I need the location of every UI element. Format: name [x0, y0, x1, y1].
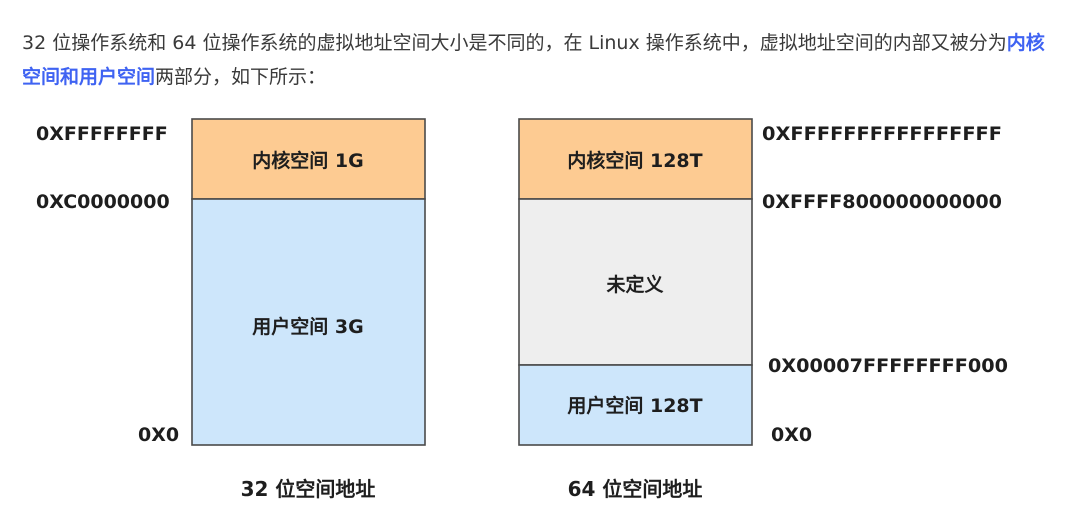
- addr-top-32: 0XFFFFFFFF: [36, 123, 168, 145]
- addr-top-64: 0XFFFFFFFFFFFFFFFF: [762, 123, 1002, 145]
- kernel-space-label-32: 内核空间 1G: [252, 149, 363, 172]
- user-space-label-32: 用户空间 3G: [252, 315, 363, 338]
- addr-kernel-start-64: 0XFFFF800000000000: [762, 191, 1002, 213]
- diagram-64bit: 内核空间 128T 未定义 用户空间 128T 0XFFFFFFFFFFFFFF…: [518, 118, 1008, 501]
- kernel-space-label-64: 内核空间 128T: [567, 149, 702, 172]
- caption-32: 32 位空间地址: [241, 477, 376, 501]
- addr-bottom-32: 0X0: [138, 424, 179, 446]
- diagram-32bit: 内核空间 1G 用户空间 3G 0XFFFFFFFF 0XC0000000 0X…: [36, 118, 426, 501]
- user-space-label-64: 用户空间 128T: [567, 394, 702, 417]
- addr-bottom-64: 0X0: [771, 424, 812, 446]
- undefined-label-64: 未定义: [605, 273, 663, 296]
- address-space-diagram: 内核空间 1G 用户空间 3G 0XFFFFFFFF 0XC0000000 0X…: [36, 118, 1008, 501]
- addr-user-end-64: 0X00007FFFFFFFF000: [768, 355, 1008, 377]
- addr-split-32: 0XC0000000: [36, 191, 170, 213]
- caption-64: 64 位空间地址: [568, 477, 703, 501]
